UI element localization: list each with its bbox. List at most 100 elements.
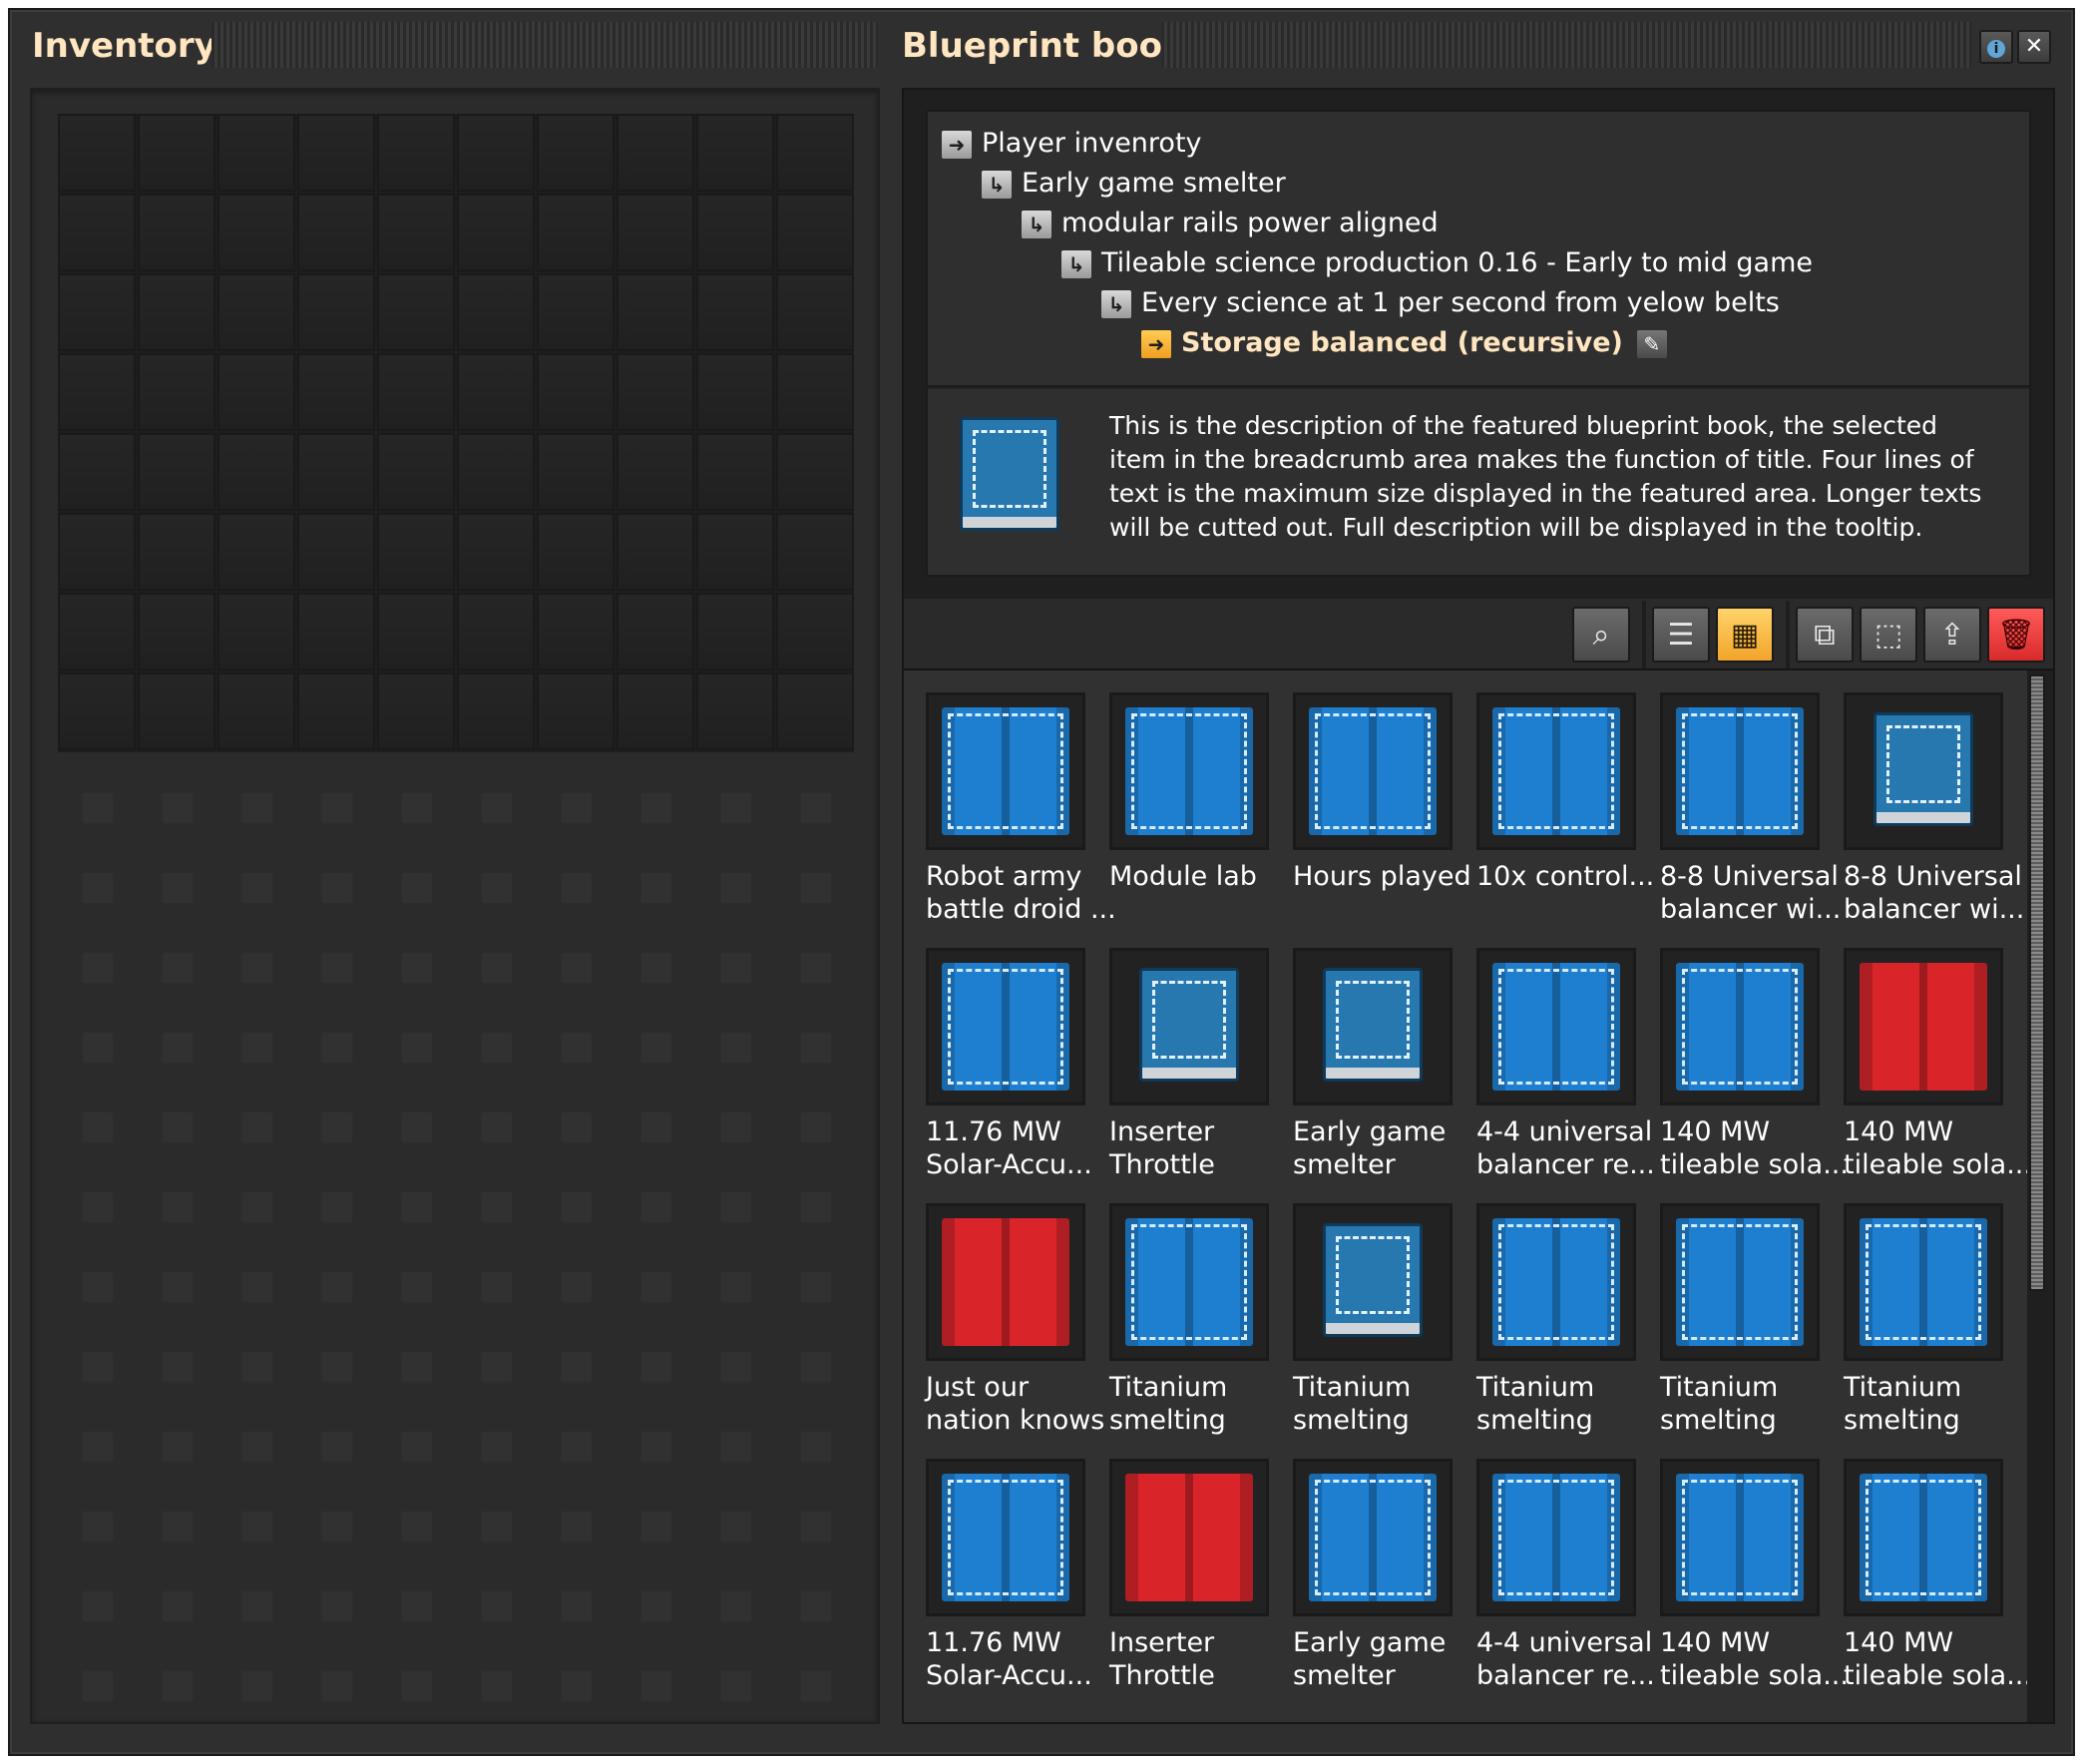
inventory-slot[interactable] [537,353,615,431]
blueprint-item[interactable]: 8-8 Universal balancer wi... [1660,692,1841,932]
select-button[interactable]: ⬚ [1860,607,1917,662]
inventory-slot[interactable] [776,513,854,591]
inventory-slot[interactable] [617,194,694,271]
inventory-slot[interactable] [696,593,774,670]
inventory-slot[interactable] [457,353,535,431]
item-slot[interactable] [1844,692,2003,850]
inventory-slot[interactable] [138,593,215,670]
inventory-slot[interactable] [617,513,694,591]
inventory-slot[interactable] [377,194,455,271]
inventory-slot[interactable] [297,513,375,591]
blueprint-item[interactable]: Titanium smelting [1660,1203,1820,1443]
inventory-slot[interactable] [696,353,774,431]
blueprint-item[interactable]: Titanium smelting [1844,1203,2003,1443]
inventory-slot[interactable] [617,273,694,351]
inventory-slot[interactable] [377,513,455,591]
item-slot[interactable] [1476,948,1636,1105]
blueprint-item[interactable]: 4-4 universal balancer re... [1476,948,1655,1187]
inventory-slot[interactable] [776,194,854,271]
inventory-slot[interactable] [776,672,854,750]
inventory-slot[interactable] [58,273,136,351]
search-button[interactable]: ⌕ [1572,607,1630,662]
inventory-slot[interactable] [537,593,615,670]
item-slot[interactable] [1660,948,1820,1105]
scrollbar[interactable] [2029,674,2045,1291]
blueprint-item[interactable]: 140 MW tileable sola... [1660,1459,1849,1698]
blueprint-item[interactable]: Hours played [1293,692,1471,932]
inventory-slot[interactable] [58,114,136,192]
inventory-slot[interactable] [217,593,295,670]
inventory-slot[interactable] [457,273,535,351]
inventory-slot[interactable] [217,353,295,431]
grid-view-button[interactable]: ▦ [1716,607,1774,662]
inventory-slot[interactable] [138,273,215,351]
blueprint-item[interactable]: Early game smelter [1293,948,1453,1187]
item-slot[interactable] [1293,1203,1453,1361]
item-slot[interactable] [1109,1203,1269,1361]
inventory-slot[interactable] [776,353,854,431]
inventory-slot[interactable] [776,273,854,351]
inventory-slot[interactable] [377,672,455,750]
inventory-slot[interactable] [537,273,615,351]
item-slot[interactable] [926,948,1085,1105]
blueprint-item[interactable]: 140 MW tileable sola... [1844,1459,2027,1698]
inventory-slot[interactable] [217,672,295,750]
inventory-drag-handle[interactable] [211,22,878,68]
inventory-slot[interactable] [297,593,375,670]
item-slot[interactable] [1844,948,2003,1105]
inventory-slot[interactable] [138,513,215,591]
inventory-slot[interactable] [138,194,215,271]
breadcrumb-item[interactable]: ➜ Storage balanced (recursive) ✎ [1141,325,1667,361]
inventory-slot[interactable] [457,593,535,670]
inventory-slot[interactable] [457,114,535,192]
inventory-slot[interactable] [696,433,774,511]
blueprint-item[interactable]: Inserter Throttle [1109,948,1269,1187]
item-slot[interactable] [1660,1203,1820,1361]
inventory-slot[interactable] [537,672,615,750]
breadcrumb-item[interactable]: ↳ Tileable science production 0.16 - Earl… [1061,245,1813,281]
inventory-slot[interactable] [776,593,854,670]
list-view-button[interactable]: ☰ [1652,607,1710,662]
inventory-slot[interactable] [617,114,694,192]
inventory-slot[interactable] [377,593,455,670]
item-slot[interactable] [1844,1459,2003,1616]
breadcrumb-item[interactable]: ↳ Early game smelter [982,166,1286,202]
blueprint-item[interactable]: Titanium smelting [1293,1203,1453,1443]
inventory-slot[interactable] [696,672,774,750]
inventory-slot[interactable] [537,194,615,271]
inventory-slot[interactable] [457,194,535,271]
inventory-slot[interactable] [138,672,215,750]
item-slot[interactable] [1476,692,1636,850]
blueprint-item[interactable]: Inserter Throttle [1109,1459,1269,1698]
blueprint-item[interactable]: Early game smelter [1293,1459,1453,1698]
inventory-slot[interactable] [138,114,215,192]
inventory-slot[interactable] [617,433,694,511]
copy-button[interactable]: ⧉ [1796,607,1854,662]
blueprint-item[interactable]: Titanium smelting [1109,1203,1269,1443]
inventory-slot[interactable] [297,353,375,431]
edit-icon[interactable]: ✎ [1636,329,1667,358]
blueprint-item[interactable]: 4-4 universal balancer re... [1476,1459,1655,1698]
blueprint-item[interactable]: 140 MW tileable sola... [1844,948,2027,1187]
item-slot[interactable] [1293,948,1453,1105]
inventory-slot[interactable] [537,513,615,591]
inventory-slot[interactable] [297,114,375,192]
inventory-slot[interactable] [138,433,215,511]
inventory-slot[interactable] [58,513,136,591]
item-slot[interactable] [1476,1459,1636,1616]
inventory-slot[interactable] [696,513,774,591]
blueprint-item[interactable]: 10x control... [1476,692,1654,932]
blueprint-item[interactable]: 140 MW tileable sola... [1660,948,1849,1187]
inventory-slot[interactable] [297,273,375,351]
item-slot[interactable] [1109,1459,1269,1616]
inventory-slot[interactable] [457,672,535,750]
delete-button[interactable]: 🗑 [1987,607,2045,662]
inventory-slot[interactable] [377,433,455,511]
inventory-slot[interactable] [297,672,375,750]
inventory-slot[interactable] [696,273,774,351]
item-slot[interactable] [1293,1459,1453,1616]
inventory-slot[interactable] [457,433,535,511]
inventory-slot[interactable] [617,353,694,431]
blueprint-item[interactable]: Just our nation knows [926,1203,1104,1443]
export-button[interactable]: ⇪ [1923,607,1981,662]
